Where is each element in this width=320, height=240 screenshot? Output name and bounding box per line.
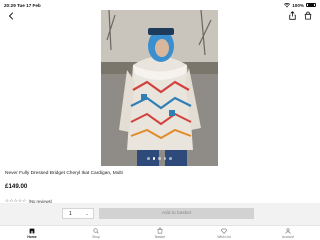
- carousel-dot[interactable]: [163, 157, 167, 160]
- product-image[interactable]: [101, 10, 218, 166]
- tab-shop[interactable]: Shop: [81, 227, 111, 239]
- search-icon: [93, 227, 100, 234]
- tab-home[interactable]: Home: [17, 227, 47, 239]
- home-icon: [29, 227, 36, 234]
- status-bar: 20:29 Tue 17 Feb 100%: [0, 0, 320, 10]
- add-to-basket-button[interactable]: Add to basket: [99, 208, 254, 219]
- product-price: £149.00: [5, 183, 28, 190]
- heart-icon: [221, 227, 228, 234]
- basket-button[interactable]: [303, 11, 312, 20]
- carousel-dot[interactable]: [158, 157, 161, 160]
- image-carousel-dots[interactable]: [101, 157, 218, 160]
- tab-wish-list[interactable]: Wish List: [209, 227, 239, 239]
- product-title: Never Fully Dressed Bridget Cheryl Ikat …: [5, 171, 123, 176]
- tab-label: Shop: [92, 235, 100, 239]
- basket-icon: [157, 227, 164, 234]
- share-button[interactable]: [288, 11, 297, 20]
- chevron-left-icon: [8, 11, 14, 20]
- bottom-tab-bar: Home Shop Basket Wish List Account: [0, 225, 320, 240]
- share-icon: [289, 11, 296, 20]
- wifi-icon: [284, 2, 291, 7]
- tab-account[interactable]: Account: [273, 227, 303, 239]
- carousel-dot[interactable]: [169, 157, 172, 160]
- battery-icon: [306, 2, 316, 8]
- tab-label: Wish List: [217, 235, 231, 239]
- tab-label: Home: [27, 235, 37, 239]
- chevron-down-icon: ⌄: [85, 211, 89, 216]
- carousel-dot-active[interactable]: [152, 157, 156, 160]
- product-photo: [101, 10, 218, 166]
- quantity-select[interactable]: 1 ⌄: [62, 208, 94, 219]
- tab-label: Account: [282, 235, 294, 239]
- basket-icon: [304, 11, 311, 20]
- purchase-bar: 1 ⌄ Add to basket: [0, 203, 320, 225]
- tab-label: Basket: [154, 235, 166, 239]
- carousel-dot[interactable]: [147, 157, 150, 160]
- status-date: Tue 17 Feb: [17, 2, 41, 8]
- account-icon: [285, 227, 292, 234]
- status-time: 20:29: [4, 2, 16, 8]
- tab-basket[interactable]: Basket: [145, 227, 175, 239]
- quantity-value: 1: [69, 210, 72, 217]
- battery-percent: 100%: [292, 2, 304, 8]
- back-button[interactable]: [7, 11, 16, 20]
